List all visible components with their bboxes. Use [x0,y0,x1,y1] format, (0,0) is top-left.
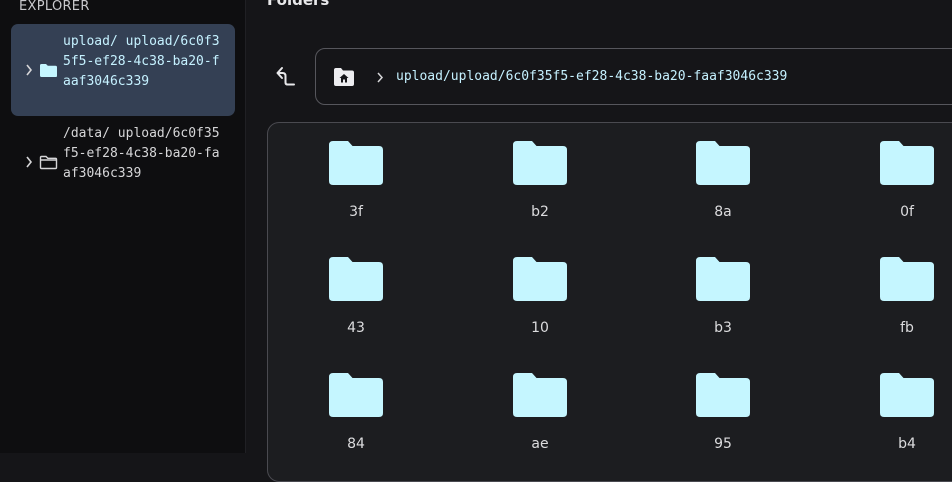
home-folder-icon[interactable] [333,66,355,88]
folder-item[interactable]: 8a [678,141,768,241]
folder-item[interactable]: 3f [311,141,401,241]
folder-label: 84 [347,436,365,452]
tree-item-data[interactable]: /data/ upload/6c0f35f5-ef28-4c38-ba20-fa… [11,122,235,208]
folder-label: ae [531,436,549,452]
folder-icon [880,141,934,185]
folder-icon [696,257,750,301]
folder-item[interactable]: 95 [678,373,768,473]
folder-item[interactable]: 84 [311,373,401,473]
folder-icon [329,373,383,417]
folder-icon [880,257,934,301]
folder-icon [513,373,567,417]
folder-label: fb [900,320,914,336]
tree-item-label: upload/ upload/6c0f35f5-ef28-4c38-ba20-f… [63,34,220,89]
folder-icon [696,373,750,417]
folder-label: b4 [898,436,916,452]
arrow-up-left-icon[interactable] [273,64,299,90]
folder-label: b2 [531,204,549,220]
tree-item-upload[interactable]: upload/ upload/6c0f35f5-ef28-4c38-ba20-f… [11,24,235,116]
chevron-right-icon [377,72,384,83]
folder-outline-icon [39,155,58,170]
explorer-sidebar: EXPLORER upload/ upload/6c0f35f5-ef28-4c… [0,0,246,453]
folder-item[interactable]: ae [495,373,585,473]
path-text[interactable]: upload/upload/6c0f35f5-ef28-4c38-ba20-fa… [396,67,787,87]
folder-item[interactable]: b3 [678,257,768,357]
folder-icon [880,373,934,417]
folder-icon [513,141,567,185]
folder-item[interactable]: b2 [495,141,585,241]
chevron-right-icon[interactable] [25,156,33,168]
folder-label: 0f [900,204,914,220]
folder-item[interactable]: 0f [862,141,952,241]
folder-label: 10 [531,320,549,336]
folder-filled-icon [40,64,57,77]
folder-grid: 3f b2 8a 0f 43 10 b3 fb 84 ae 95 b4 [267,122,952,482]
folder-icon [513,257,567,301]
page-title: Folders [267,0,330,9]
folder-icon [696,141,750,185]
folder-label: 8a [714,204,732,220]
folder-icon [329,257,383,301]
folder-item[interactable]: fb [862,257,952,357]
folder-item[interactable]: 10 [495,257,585,357]
folder-item[interactable]: 43 [311,257,401,357]
chevron-right-icon[interactable] [25,64,33,76]
sidebar-title: EXPLORER [19,0,90,14]
folder-label: 3f [349,204,363,220]
folder-icon [329,141,383,185]
folder-label: b3 [714,320,732,336]
path-breadcrumb-bar: upload/upload/6c0f35f5-ef28-4c38-ba20-fa… [315,48,952,105]
folder-item[interactable]: b4 [862,373,952,473]
folder-label: 95 [714,436,732,452]
tree-item-label: /data/ upload/6c0f35f5-ef28-4c38-ba20-fa… [63,126,220,181]
folder-label: 43 [347,320,365,336]
